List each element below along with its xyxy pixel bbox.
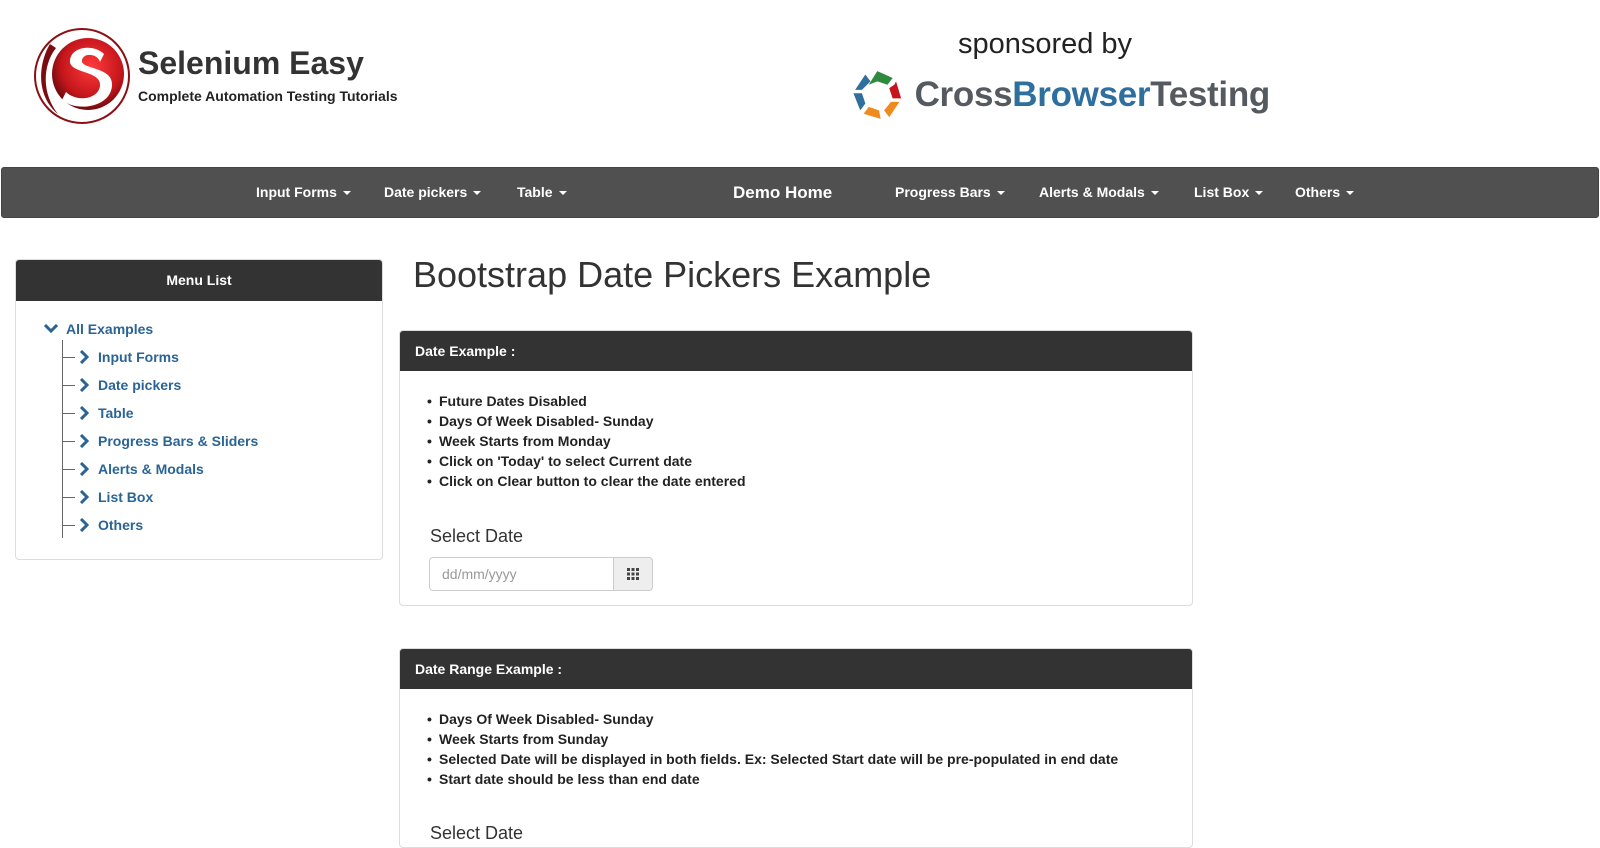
- list-item: Days Of Week Disabled- Sunday: [427, 411, 746, 431]
- date-range-example-heading: Date Range Example :: [400, 649, 1192, 689]
- brand-title: Selenium Easy: [138, 45, 364, 81]
- list-item: Start date should be less than end date: [427, 769, 1118, 789]
- tree-item-list-box[interactable]: List Box: [63, 486, 153, 508]
- crossbrowsertesting-logo: [853, 71, 902, 119]
- date-example-bullets: Future Dates Disabled Days Of Week Disab…: [427, 391, 746, 491]
- select-date-label: Select Date: [430, 526, 524, 546]
- nav-table[interactable]: Table: [517, 168, 567, 217]
- tree-item-others[interactable]: Others: [63, 514, 143, 536]
- date-example-heading: Date Example :: [400, 331, 1192, 371]
- nav-others[interactable]: Others: [1295, 168, 1355, 217]
- menu-list-panel: Menu List All Examples Input Forms Date …: [15, 259, 383, 560]
- caret-down-icon: [1255, 191, 1264, 196]
- chevron-right-icon: [79, 434, 89, 448]
- sponsor-name: CrossBrowserTesting: [914, 75, 1271, 114]
- nav-input-forms[interactable]: Input Forms: [256, 168, 351, 217]
- sponsor-banner[interactable]: sponsored by CrossBrowserTesting: [850, 28, 1270, 127]
- main-navbar: Input Forms Date pickers Table Demo Home…: [1, 167, 1599, 218]
- nav-date-pickers[interactable]: Date pickers: [384, 168, 482, 217]
- chevron-right-icon: [79, 350, 89, 364]
- calendar-button[interactable]: [614, 557, 653, 591]
- brand-subtitle: Complete Automation Testing Tutorials: [138, 88, 398, 104]
- list-item: Days Of Week Disabled- Sunday: [427, 709, 1118, 729]
- list-item: Click on 'Today' to select Current date: [427, 451, 746, 471]
- caret-down-icon: [996, 191, 1005, 196]
- date-input-group: [429, 557, 653, 591]
- list-item: Selected Date will be displayed in both …: [427, 749, 1118, 769]
- selenium-easy-logo: [34, 28, 130, 124]
- caret-down-icon: [473, 191, 482, 196]
- nav-list-box[interactable]: List Box: [1194, 168, 1264, 217]
- caret-down-icon: [1150, 191, 1159, 196]
- site-header: Selenium Easy Complete Automation Testin…: [0, 0, 1600, 160]
- date-input[interactable]: [429, 557, 614, 591]
- caret-down-icon: [342, 191, 351, 196]
- chevron-right-icon: [79, 462, 89, 476]
- tree-children: Input Forms Date pickers Table Progress …: [62, 340, 258, 538]
- menu-list-title: Menu List: [16, 260, 382, 301]
- nav-demo-home[interactable]: Demo Home: [733, 168, 832, 217]
- caret-down-icon: [1346, 191, 1355, 196]
- menu-tree: All Examples Input Forms Date pickers Ta…: [44, 318, 258, 538]
- tree-root-all-examples[interactable]: All Examples: [44, 318, 153, 340]
- tree-item-progress-bars-sliders[interactable]: Progress Bars & Sliders: [63, 430, 258, 452]
- date-range-example-bullets: Days Of Week Disabled- Sunday Week Start…: [427, 709, 1118, 789]
- tree-item-alerts-modals[interactable]: Alerts & Modals: [63, 458, 204, 480]
- nav-alerts-modals[interactable]: Alerts & Modals: [1039, 168, 1159, 217]
- list-item: Week Starts from Monday: [427, 431, 746, 451]
- tree-item-input-forms[interactable]: Input Forms: [63, 346, 179, 368]
- list-item: Future Dates Disabled: [427, 391, 746, 411]
- chevron-right-icon: [79, 518, 89, 532]
- list-item: Week Starts from Sunday: [427, 729, 1118, 749]
- chevron-right-icon: [79, 490, 89, 504]
- caret-down-icon: [558, 191, 567, 196]
- chevron-right-icon: [79, 406, 89, 420]
- chevron-down-icon: [44, 324, 58, 334]
- date-example-panel: Date Example : Future Dates Disabled Day…: [399, 330, 1193, 606]
- chevron-right-icon: [79, 378, 89, 392]
- sponsor-label: sponsored by: [957, 28, 1133, 60]
- grid-calendar-icon: [627, 568, 639, 580]
- date-range-example-panel: Date Range Example : Days Of Week Disabl…: [399, 648, 1193, 848]
- select-date-range-label: Select Date: [430, 823, 524, 843]
- nav-progress-bars[interactable]: Progress Bars: [895, 168, 1005, 217]
- tree-item-date-pickers[interactable]: Date pickers: [63, 374, 181, 396]
- list-item: Click on Clear button to clear the date …: [427, 471, 746, 491]
- brand[interactable]: Selenium Easy Complete Automation Testin…: [28, 24, 398, 128]
- page-title: Bootstrap Date Pickers Example: [413, 254, 932, 295]
- tree-item-table[interactable]: Table: [63, 402, 134, 424]
